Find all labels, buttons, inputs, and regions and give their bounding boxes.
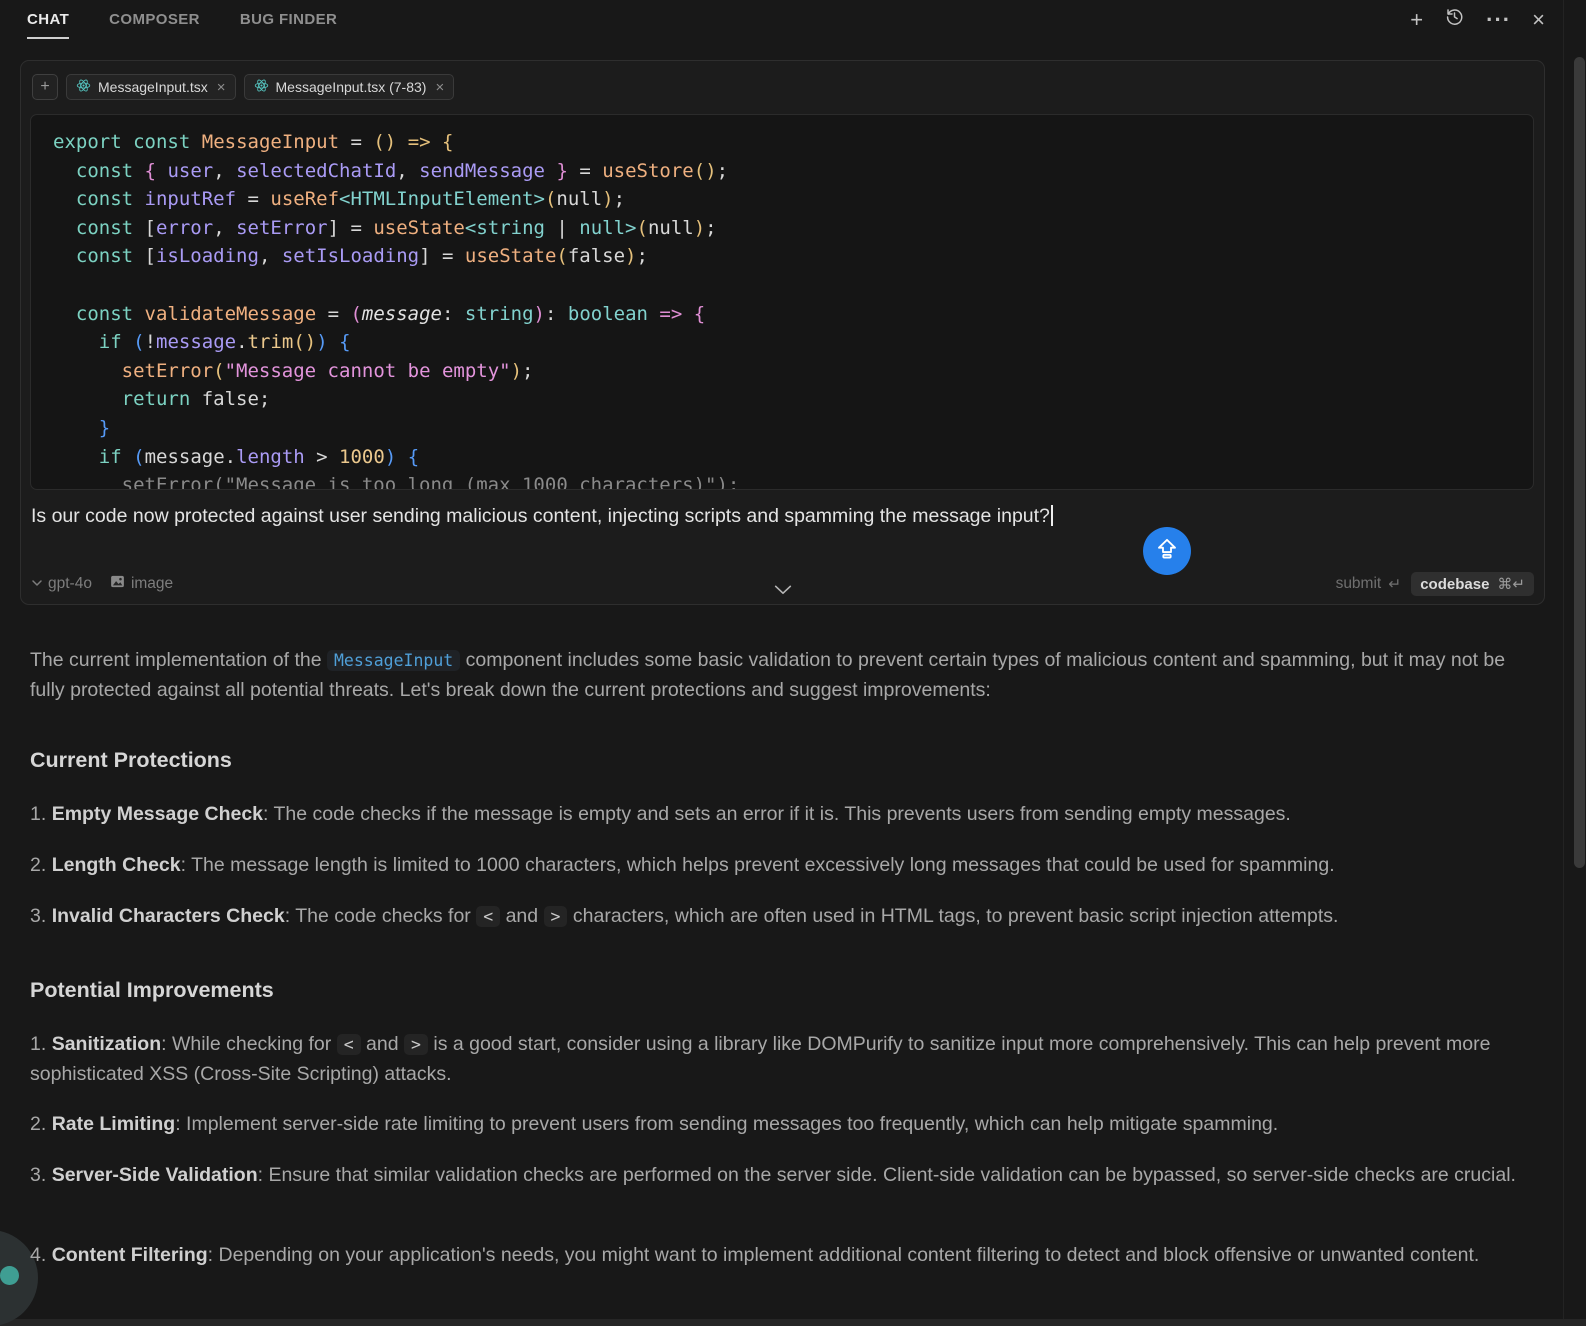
list-item: 2. Length Check: The message length is l… <box>30 851 1535 881</box>
context-chip[interactable]: MessageInput.tsx (7-83) × <box>244 74 455 100</box>
send-button[interactable] <box>1143 527 1191 575</box>
header-actions: + ··· × <box>1410 6 1545 34</box>
react-icon <box>254 78 269 96</box>
chip-label: MessageInput.tsx (7-83) <box>276 79 427 95</box>
code-line: export const MessageInput = () => { <box>53 128 1533 157</box>
model-selector[interactable]: gpt-4o <box>31 575 92 593</box>
codebase-button[interactable]: codebase ⌘↵ <box>1411 572 1534 596</box>
code-line: const { user, selectedChatId, sendMessag… <box>53 157 1533 186</box>
code-line: if (!message.trim()) { <box>53 328 1533 357</box>
code-preview: export const MessageInput = () => { cons… <box>30 114 1534 490</box>
list-item: 1. Sanitization: While checking for < an… <box>30 1030 1535 1089</box>
code-line: const [error, setError] = useState<strin… <box>53 214 1533 243</box>
scrollbar[interactable] <box>1574 57 1585 868</box>
message-input[interactable]: Is our code now protected against user s… <box>31 505 1511 528</box>
code-line: setError("Message is too long (max 1000 … <box>53 471 1533 490</box>
code-line: return false; <box>53 385 1533 414</box>
inline-code: < <box>337 1034 361 1055</box>
attach-image-button[interactable]: image <box>109 573 173 595</box>
inline-code: < <box>476 906 500 927</box>
command-return-keys: ⌘↵ <box>1497 575 1525 593</box>
inline-code: > <box>544 906 568 927</box>
close-icon: × <box>1532 6 1545 34</box>
context-chip[interactable]: MessageInput.tsx × <box>66 74 236 100</box>
context-chips: + MessageInput.tsx×MessageInput.tsx (7-8… <box>32 74 454 100</box>
code-line: } <box>53 414 1533 443</box>
section-heading: Potential Improvements <box>30 978 274 1003</box>
model-name: gpt-4o <box>48 575 92 593</box>
list-item: 1. Empty Message Check: The code checks … <box>30 800 1535 830</box>
list-item: 3. Server-Side Validation: Ensure that s… <box>30 1161 1535 1191</box>
chip-close-icon[interactable]: × <box>217 79 226 96</box>
code-line <box>53 271 1533 300</box>
history-button[interactable] <box>1444 6 1465 34</box>
react-icon <box>76 78 91 96</box>
submit-arrow-icon <box>1154 536 1180 567</box>
status-dot <box>0 1266 19 1285</box>
plus-icon: + <box>1410 6 1423 34</box>
tab-composer[interactable]: COMPOSER <box>109 11 200 37</box>
inline-code: MessageInput <box>327 650 460 671</box>
bottom-edge <box>0 1319 1586 1326</box>
new-chat-button[interactable]: + <box>1410 6 1423 34</box>
text-cursor <box>1051 505 1053 526</box>
code-line: if (message.length > 1000) { <box>53 443 1533 472</box>
submit-action[interactable]: submit ↵ <box>1336 575 1402 594</box>
tab-chat[interactable]: CHAT <box>27 11 69 39</box>
code-content: export const MessageInput = () => { cons… <box>31 115 1533 490</box>
tab-bug-finder[interactable]: BUG FINDER <box>240 11 337 37</box>
list-item: 3. Invalid Characters Check: The code ch… <box>30 902 1535 932</box>
chip-label: MessageInput.tsx <box>98 79 208 95</box>
close-panel-button[interactable]: × <box>1532 6 1545 34</box>
list-item: 2. Rate Limiting: Implement server-side … <box>30 1110 1535 1140</box>
code-line: const [isLoading, setIsLoading] = useSta… <box>53 242 1533 271</box>
chevron-down-icon <box>31 575 43 593</box>
composer: + MessageInput.tsx×MessageInput.tsx (7-8… <box>20 60 1545 605</box>
add-context-button[interactable]: + <box>32 74 58 100</box>
ellipsis-icon: ··· <box>1486 6 1511 34</box>
image-icon <box>109 573 126 595</box>
response-intro: The current implementation of the Messag… <box>30 646 1532 705</box>
chat-panel: CHAT COMPOSER BUG FINDER + ··· × + Message… <box>0 0 1586 1326</box>
code-line: const validateMessage = (message: string… <box>53 300 1533 329</box>
list-item: 4. Content Filtering: Depending on your … <box>30 1241 1535 1271</box>
code-line: const inputRef = useRef<HTMLInputElement… <box>53 185 1533 214</box>
code-line: setError("Message cannot be empty"); <box>53 357 1533 386</box>
tab-bar: CHAT COMPOSER BUG FINDER <box>0 0 1586 46</box>
return-key-icon: ↵ <box>1388 575 1401 594</box>
panel-divider <box>1563 0 1564 1326</box>
inline-code: > <box>404 1034 428 1055</box>
composer-footer: gpt-4o image submit ↵ codeba <box>31 571 1534 597</box>
history-icon <box>1444 6 1465 34</box>
section-heading: Current Protections <box>30 748 232 773</box>
image-label: image <box>131 575 173 593</box>
plus-icon: + <box>40 78 49 96</box>
chip-close-icon[interactable]: × <box>435 79 444 96</box>
more-options-button[interactable]: ··· <box>1486 6 1511 34</box>
